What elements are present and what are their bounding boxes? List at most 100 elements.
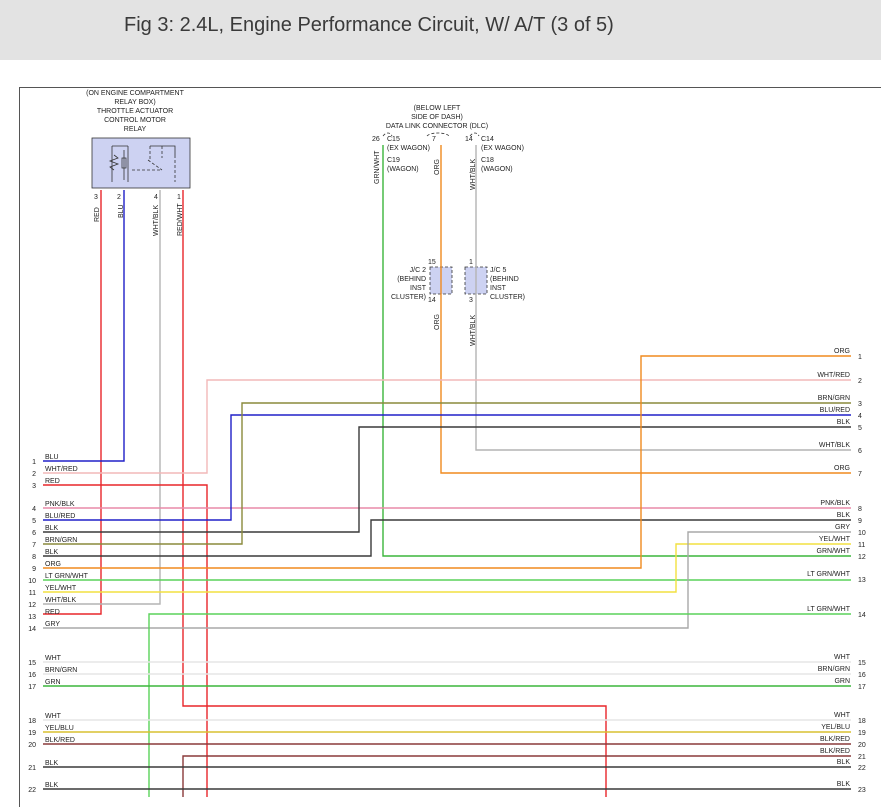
dlc-label-line: SIDE OF DASH) <box>411 114 463 121</box>
right-row-number: 15 <box>858 660 866 667</box>
left-row-number: 20 <box>28 742 36 749</box>
dlc-pin: 26 <box>372 136 380 143</box>
right-row-number: 23 <box>858 787 866 794</box>
right-row-number: 20 <box>858 742 866 749</box>
jc5-bottom-pin: 3 <box>469 297 473 304</box>
left-row-label: YEL/BLU <box>45 725 74 732</box>
left-row-number: 7 <box>32 542 36 549</box>
right-row-label: GRN/WHT <box>817 548 851 555</box>
right-row-number: 18 <box>858 718 866 725</box>
dlc-pin: 7 <box>432 136 436 143</box>
right-row-label: BLK <box>837 419 851 426</box>
left-row-number: 17 <box>28 684 36 691</box>
left-row-number: 3 <box>32 483 36 490</box>
left-row-label: RED <box>45 609 60 616</box>
dlc-wire-label: ORG <box>434 159 441 175</box>
jc5-label: INST <box>490 285 507 292</box>
left-row-number: 13 <box>28 614 36 621</box>
right-row-label: PNK/BLK <box>820 500 850 507</box>
data-link-connector: (BELOW LEFT SIDE OF DASH) DATA LINK CONN… <box>372 105 524 190</box>
right-row-label: GRY <box>835 524 850 531</box>
jc2-label: CLUSTER) <box>391 294 426 301</box>
left-row-number: 1 <box>32 459 36 466</box>
jc5-label: J/C 5 <box>490 267 506 274</box>
relay-pin: 1 <box>177 194 181 201</box>
relay-label-line: THROTTLE ACTUATOR <box>97 108 173 115</box>
right-row-number: 13 <box>858 577 866 584</box>
right-row-number: 3 <box>858 401 862 408</box>
right-row-number: 5 <box>858 425 862 432</box>
wiring-diagram: (ON ENGINE COMPARTMENT RELAY BOX) THROTT… <box>28 90 866 797</box>
right-row-label: BRN/GRN <box>818 395 850 402</box>
wire-org-row9 <box>43 355 851 569</box>
right-row-number: 19 <box>858 730 866 737</box>
right-row-label: BLU/RED <box>820 407 850 414</box>
dlc-label-line: (BELOW LEFT <box>414 105 461 112</box>
wire-blu-red <box>43 414 851 521</box>
left-row-label: BLK <box>45 760 59 767</box>
left-row-number: 4 <box>32 506 36 513</box>
right-row-label: BLK/RED <box>820 736 850 743</box>
relay-wire-label: RED <box>94 207 101 222</box>
left-row-label: LT GRN/WHT <box>45 573 89 580</box>
right-row-number: 11 <box>858 542 865 549</box>
wire-dlc-org <box>440 145 851 474</box>
throttle-actuator-relay: (ON ENGINE COMPARTMENT RELAY BOX) THROTT… <box>86 90 191 236</box>
relay-wire-label: WHT/BLK <box>153 205 160 236</box>
dlc-label: (WAGON) <box>481 166 513 173</box>
relay-pin: 3 <box>94 194 98 201</box>
jc2-bottom-pin: 14 <box>428 297 436 304</box>
right-row-number: 22 <box>858 765 866 772</box>
right-row-label: ORG <box>834 348 850 355</box>
wire-dlc-wht-blk <box>475 145 851 451</box>
right-row-label: WHT <box>834 654 851 661</box>
right-row-label: WHT <box>834 712 851 719</box>
right-row-label: WHT/BLK <box>819 442 850 449</box>
right-row-label: BLK <box>837 512 851 519</box>
relay-pin: 2 <box>117 194 121 201</box>
right-row-label: GRN <box>834 678 850 685</box>
right-row-number: 8 <box>858 506 862 513</box>
left-row-number: 8 <box>32 554 36 561</box>
left-row-label: RED <box>45 478 60 485</box>
right-row-label: LT GRN/WHT <box>807 571 851 578</box>
left-row-label: WHT/BLK <box>45 597 76 604</box>
dlc-label: (WAGON) <box>387 166 419 173</box>
relay-label-line: CONTROL MOTOR <box>104 117 166 124</box>
right-row-label: ORG <box>834 465 850 472</box>
left-row-number: 5 <box>32 518 36 525</box>
left-row-label: GRY <box>45 621 60 628</box>
left-row-number: 18 <box>28 718 36 725</box>
left-row-number: 14 <box>28 626 36 633</box>
right-row-label: WHT/RED <box>817 372 850 379</box>
left-row-label: BLU/RED <box>45 513 75 520</box>
wire-blk-red-21 <box>182 755 851 797</box>
right-row-label: BLK/RED <box>820 748 850 755</box>
wire-relay-red-wht <box>182 190 607 797</box>
left-row-number: 2 <box>32 471 36 478</box>
jc5-label: (BEHIND <box>490 276 519 283</box>
right-row-number: 1 <box>858 354 862 361</box>
left-row-number: 6 <box>32 530 36 537</box>
jc2-wire-label: ORG <box>434 314 441 330</box>
left-row-label: BRN/GRN <box>45 667 77 674</box>
right-row-number: 6 <box>858 448 862 455</box>
relay-label-line: (ON ENGINE COMPARTMENT <box>86 90 184 97</box>
jc5-label: CLUSTER) <box>490 294 525 301</box>
left-row-label: BLK <box>45 549 59 556</box>
left-row-label: GRN <box>45 679 61 686</box>
dlc-pin: 14 <box>465 136 473 143</box>
dlc-label: (EX WAGON) <box>387 145 430 152</box>
wires-layer <box>43 145 851 797</box>
relay-label-line: RELAY <box>124 126 147 133</box>
left-row-number: 19 <box>28 730 36 737</box>
right-row-number: 7 <box>858 471 862 478</box>
wire-relay-blu <box>43 190 125 462</box>
right-row-number: 12 <box>858 554 866 561</box>
right-row-number: 4 <box>858 413 862 420</box>
left-row-label: PNK/BLK <box>45 501 75 508</box>
wire-blk-row6 <box>43 426 851 533</box>
left-row-number: 9 <box>32 566 36 573</box>
right-row-number: 9 <box>858 518 862 525</box>
right-row-number: 17 <box>858 684 866 691</box>
